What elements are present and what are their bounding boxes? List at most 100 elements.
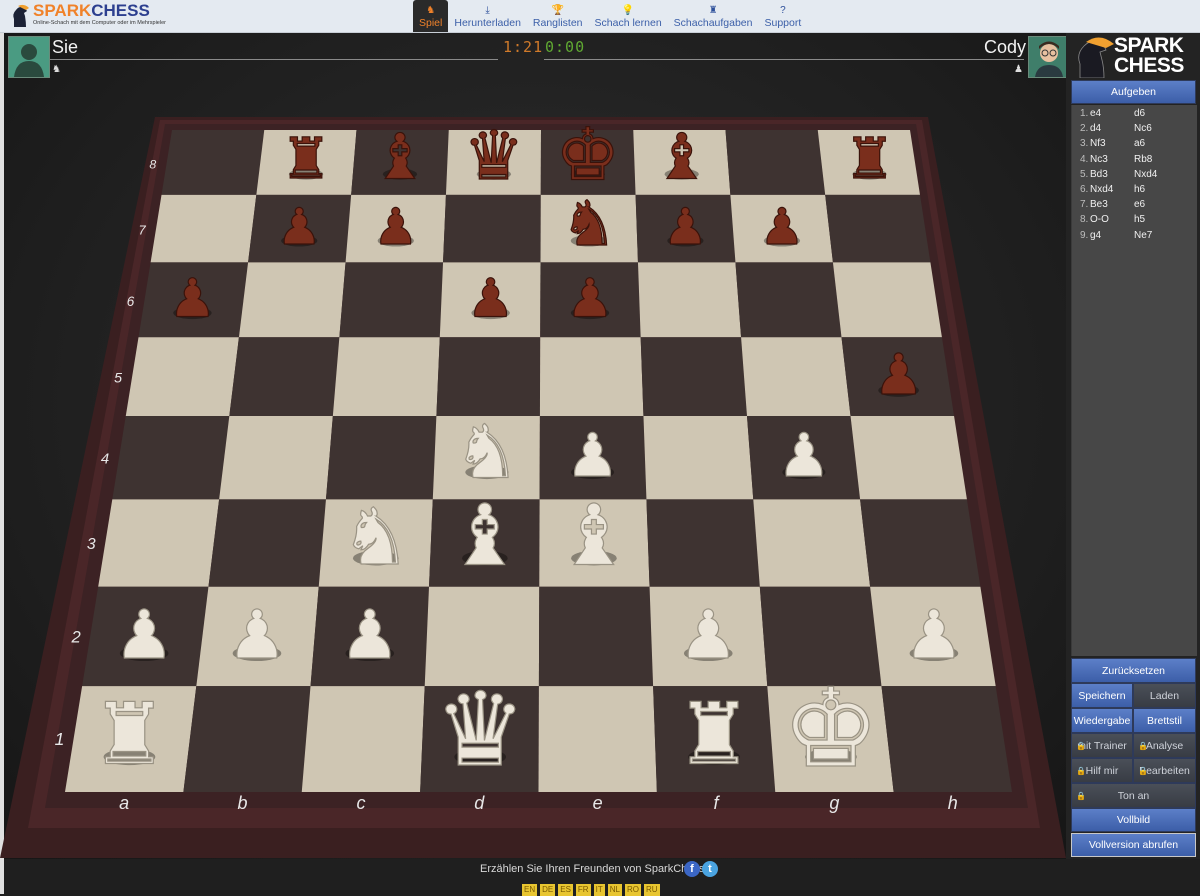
with-trainer-button[interactable]: 🔒 mit Trainer — [1071, 733, 1133, 758]
black-pawn-e6[interactable]: ♟ — [566, 267, 615, 330]
square-b1[interactable] — [183, 686, 311, 792]
black-pawn-a6[interactable]: ♟ — [168, 267, 217, 330]
move-row[interactable]: 8. O-O h5 — [1072, 214, 1197, 229]
black-move: h5 — [1134, 214, 1146, 226]
white-pawn-f2[interactable]: ♟ — [678, 595, 739, 674]
language-en[interactable]: EN — [522, 884, 538, 896]
facebook-icon[interactable]: f — [684, 861, 700, 877]
white-bishop-d3[interactable]: ♝ — [446, 486, 523, 585]
move-row[interactable]: 3. Nf3 a6 — [1072, 138, 1197, 153]
white-rook-f1[interactable]: ♜ — [675, 685, 753, 785]
black-pawn-h5[interactable]: ♟ — [873, 342, 925, 408]
lock-icon: 🔒 — [1076, 791, 1086, 800]
help-me-button[interactable]: 🔒 Hilf mir — [1071, 758, 1133, 783]
square-b4[interactable] — [219, 415, 333, 500]
square-e2[interactable] — [538, 586, 654, 687]
language-it[interactable]: IT — [593, 884, 605, 896]
language-ro[interactable]: RO — [624, 884, 641, 896]
black-pawn-f7[interactable]: ♟ — [662, 196, 708, 256]
square-a3[interactable] — [98, 499, 220, 587]
square-f6[interactable] — [637, 262, 742, 338]
white-knight-c3[interactable]: ♞ — [340, 491, 411, 583]
load-button[interactable]: Laden — [1133, 683, 1196, 708]
language-ru[interactable]: RU — [643, 884, 660, 896]
save-button[interactable]: Speichern — [1071, 683, 1133, 708]
language-nl[interactable]: NL — [607, 884, 622, 896]
move-list[interactable]: 1. e4 d6 2. d4 Nc6 3. Nf3 a6 4. Nc3 Rb8 5. Bd3 Nxd4 6. N… — [1071, 105, 1197, 656]
black-pawn-g7[interactable]: ♟ — [759, 196, 805, 256]
language-fr[interactable]: FR — [575, 884, 591, 896]
square-c4[interactable] — [325, 415, 437, 500]
white-bishop-e3[interactable]: ♝ — [555, 486, 632, 585]
white-queen-d1[interactable]: ♛ — [434, 671, 527, 791]
square-h6[interactable] — [832, 262, 942, 338]
square-h1[interactable] — [881, 686, 1012, 792]
brand-line1: SPARK — [1114, 34, 1184, 57]
move-row[interactable]: 6. Nxd4 h6 — [1072, 184, 1197, 199]
move-row[interactable]: 7. Be3 e6 — [1072, 199, 1197, 214]
white-pawn-c2[interactable]: ♟ — [339, 595, 400, 674]
square-g5[interactable] — [741, 337, 851, 416]
square-e1[interactable] — [538, 686, 657, 792]
board-style-button[interactable]: Brettstil — [1133, 708, 1196, 733]
square-h7[interactable] — [825, 194, 931, 263]
black-king-e8[interactable]: ♚ — [555, 113, 621, 198]
black-pawn-c7[interactable]: ♟ — [373, 196, 419, 256]
square-b3[interactable] — [208, 499, 326, 587]
resign-button[interactable]: Aufgeben — [1071, 80, 1196, 104]
square-c5[interactable] — [332, 337, 440, 416]
fullscreen-button[interactable]: Vollbild — [1071, 808, 1196, 832]
square-a5[interactable] — [125, 337, 239, 416]
square-g8[interactable] — [725, 130, 826, 195]
black-pawn-b7[interactable]: ♟ — [276, 196, 322, 256]
language-es[interactable]: ES — [558, 884, 573, 896]
white-rook-a1[interactable]: ♜ — [91, 685, 169, 785]
black-knight-e7[interactable]: ♞ — [560, 186, 617, 260]
language-de[interactable]: DE — [540, 884, 556, 896]
square-g6[interactable] — [735, 262, 842, 338]
square-c6[interactable] — [339, 262, 444, 338]
black-bishop-c8[interactable]: ♝ — [371, 119, 429, 194]
square-a8[interactable] — [161, 130, 265, 195]
black-bishop-f8[interactable]: ♝ — [653, 119, 711, 194]
white-pawn-b2[interactable]: ♟ — [226, 595, 287, 674]
square-f5[interactable] — [640, 337, 747, 416]
full-version-button[interactable]: Vollversion abrufen — [1071, 833, 1196, 857]
reset-button[interactable]: Zurücksetzen — [1071, 658, 1196, 683]
move-row[interactable]: 9. g4 Ne7 — [1072, 230, 1197, 245]
move-row[interactable]: 5. Bd3 Nxd4 — [1072, 169, 1197, 184]
move-row[interactable]: 1. e4 d6 — [1072, 108, 1197, 123]
square-d7[interactable] — [443, 194, 541, 263]
white-pawn-a2[interactable]: ♟ — [113, 595, 174, 674]
move-row[interactable]: 2. d4 Nc6 — [1072, 123, 1197, 138]
black-rook-h8[interactable]: ♜ — [844, 126, 896, 192]
square-a7[interactable] — [150, 194, 257, 263]
square-b5[interactable] — [229, 337, 340, 416]
square-c1[interactable] — [301, 686, 425, 792]
sparkchess-brand: SPARK CHESS — [1070, 34, 1196, 80]
white-king-g1[interactable]: ♚ — [781, 664, 880, 792]
black-queen-d8[interactable]: ♛ — [463, 115, 525, 195]
chess-board[interactable]: 12345678a b c d e f g h♜ ♝ ♛ ♚ ♝ ♜♟ ♟ ♞ ♟ ♟♟ ♟ ♟♟♞ ♟ ♟♞ ♝ ♝♟ ♟ ♟… — [0, 0, 1066, 894]
white-knight-d4[interactable]: ♞ — [453, 409, 521, 496]
square-b6[interactable] — [238, 262, 346, 338]
white-pawn-e4[interactable]: ♟ — [565, 422, 620, 492]
square-h4[interactable] — [850, 415, 967, 500]
move-row[interactable]: 4. Nc3 Rb8 — [1072, 154, 1197, 169]
edit-button[interactable]: 🔒 Bearbeiten — [1133, 758, 1196, 783]
white-pawn-g4[interactable]: ♟ — [777, 422, 832, 492]
sound-toggle-button[interactable]: 🔒 Ton an — [1071, 783, 1196, 808]
square-f4[interactable] — [643, 415, 754, 500]
black-pawn-d6[interactable]: ♟ — [466, 267, 515, 330]
square-f3[interactable] — [646, 499, 760, 587]
replay-button[interactable]: Wiedergabe — [1071, 708, 1133, 733]
twitter-icon[interactable]: t — [702, 861, 718, 877]
square-h3[interactable] — [860, 499, 981, 587]
square-a4[interactable] — [112, 415, 230, 500]
square-e5[interactable] — [539, 337, 644, 416]
analysis-button[interactable]: 🔒 Analyse — [1133, 733, 1196, 758]
square-d5[interactable] — [436, 337, 541, 416]
black-rook-b8[interactable]: ♜ — [280, 126, 332, 192]
white-pawn-h2[interactable]: ♟ — [903, 595, 964, 674]
square-g3[interactable] — [753, 499, 871, 587]
